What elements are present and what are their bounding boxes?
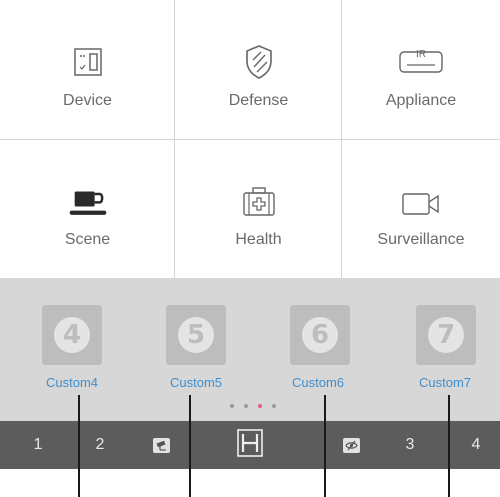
- grid-item-device[interactable]: Device: [0, 0, 175, 139]
- tab-label: 1: [33, 436, 43, 453]
- custom-tile-7[interactable]: 7: [416, 305, 476, 365]
- tab-4[interactable]: 4: [460, 421, 492, 469]
- pointer-line: [189, 395, 191, 497]
- custom-tile-6[interactable]: 6: [290, 305, 350, 365]
- video-camera-icon: [401, 184, 441, 224]
- shield-icon: [239, 42, 279, 82]
- grid-item-label: Health: [235, 231, 282, 248]
- cctv-icon: [152, 437, 170, 453]
- grid-divider: [0, 139, 500, 140]
- tab-2[interactable]: 2: [84, 421, 116, 469]
- grid-item-surveillance[interactable]: Surveillance: [342, 139, 500, 278]
- device-icon: [68, 42, 108, 82]
- page-dot: [230, 404, 234, 408]
- coffee-cup-icon: [68, 184, 108, 224]
- page-dot: [272, 404, 276, 408]
- tab-home[interactable]: [230, 421, 270, 469]
- hotel-h-icon: [237, 428, 263, 462]
- custom-label[interactable]: Custom4: [22, 375, 122, 390]
- tab-3[interactable]: 3: [394, 421, 426, 469]
- medical-kit-icon: [239, 182, 279, 222]
- number-circle-icon: 6: [302, 317, 338, 353]
- pointer-line: [448, 395, 450, 497]
- custom-tile-5[interactable]: 5: [166, 305, 226, 365]
- category-grid: Device Defense IR Appliance Scene Health…: [0, 0, 500, 278]
- custom-tile-4[interactable]: 4: [42, 305, 102, 365]
- ir-text: IR: [416, 49, 426, 60]
- tab-label: 2: [95, 436, 105, 453]
- pointer-line: [78, 395, 80, 497]
- tab-camera[interactable]: [144, 421, 178, 469]
- tab-privacy[interactable]: [334, 421, 368, 469]
- page-dot: [244, 404, 248, 408]
- custom-label[interactable]: Custom7: [395, 375, 495, 390]
- custom-scenes-carousel[interactable]: 4 Custom4 5 Custom5 6 Custom6 7 Custom7: [0, 278, 500, 421]
- ir-remote-icon: IR: [398, 42, 444, 82]
- grid-item-label: Appliance: [385, 92, 457, 109]
- page-indicator: [230, 404, 276, 410]
- tab-1[interactable]: 1: [22, 421, 54, 469]
- eye-off-icon: [342, 437, 360, 453]
- grid-item-defense[interactable]: Defense: [175, 0, 342, 139]
- number-circle-icon: 7: [428, 317, 464, 353]
- grid-item-label: Defense: [228, 92, 289, 109]
- grid-item-scene[interactable]: Scene: [0, 139, 175, 278]
- pointer-line: [324, 395, 326, 497]
- custom-label[interactable]: Custom5: [146, 375, 246, 390]
- page-dot-active: [258, 404, 262, 408]
- number-circle-icon: 5: [178, 317, 214, 353]
- tab-label: 4: [471, 436, 481, 453]
- bottom-tab-bar: 1 2 3 4: [0, 421, 500, 469]
- grid-item-label: Surveillance: [377, 231, 465, 248]
- custom-label[interactable]: Custom6: [268, 375, 368, 390]
- grid-item-appliance[interactable]: IR Appliance: [342, 0, 500, 139]
- tab-label: 3: [405, 436, 415, 453]
- grid-item-label: Device: [63, 92, 112, 109]
- number-circle-icon: 4: [54, 317, 90, 353]
- grid-item-health[interactable]: Health: [175, 139, 342, 278]
- grid-item-label: Scene: [64, 231, 111, 248]
